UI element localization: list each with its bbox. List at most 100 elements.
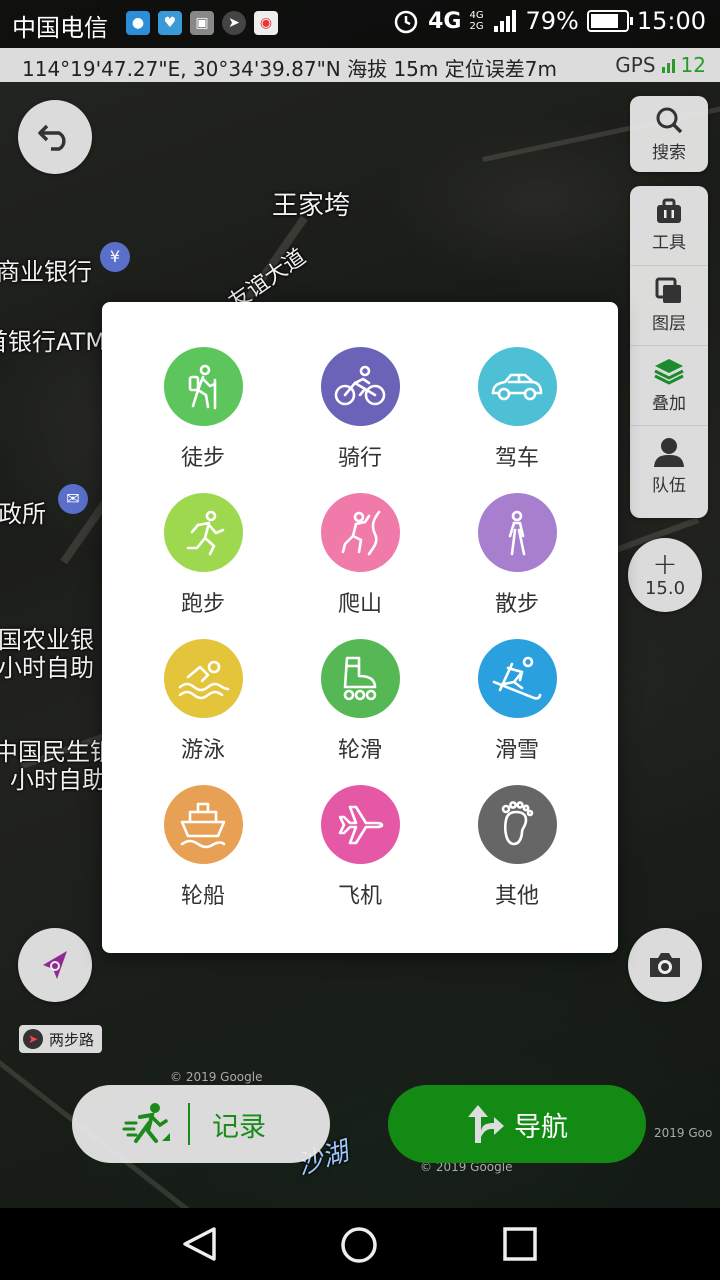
battery-percent: 79% <box>525 7 579 35</box>
mode-skating[interactable]: 轮滑 <box>290 639 430 769</box>
zoom-button[interactable]: + 15.0 <box>628 538 702 612</box>
compass-icon: ➤ <box>222 11 246 35</box>
activity-type-dialog: 徒步 骑行 驾车 跑步 爬山 散步 游泳 轮滑 滑雪 轮船 飞机 其他 <box>102 302 618 953</box>
mode-skiing[interactable]: 滑雪 <box>447 639 587 769</box>
camera-button[interactable] <box>628 928 702 1002</box>
swimming-icon <box>163 639 243 718</box>
signal-icon <box>494 10 517 32</box>
mode-label: 滑雪 <box>494 738 539 763</box>
navigation-arrow-icon: ➤ <box>23 1029 43 1049</box>
layers-button[interactable]: 图层 <box>630 266 708 346</box>
mode-cycling[interactable]: 骑行 <box>290 347 430 477</box>
recents-nav-icon[interactable] <box>502 1226 538 1262</box>
car-icon <box>477 347 557 426</box>
battery-fill <box>590 14 618 28</box>
mode-ship[interactable]: 轮船 <box>133 785 273 915</box>
back-button[interactable] <box>18 100 92 174</box>
map-label-cmbc2: 小时自助 <box>10 766 106 794</box>
record-label: 记录 <box>212 1111 266 1143</box>
alarm-icon <box>394 10 418 34</box>
record-button[interactable]: 记录 <box>72 1085 330 1163</box>
notification-icons: ● ♥ ▣ ➤ ◉ <box>126 11 278 35</box>
mode-label: 游泳 <box>180 738 225 763</box>
back-arrow-icon <box>38 124 66 151</box>
map-copyright-1: © 2019 Google <box>170 1070 263 1084</box>
airplane-icon <box>320 785 400 864</box>
coordinate-bar: 114°19'47.27"E, 30°34'39.87"N 海拔 15m 定位误… <box>0 48 720 82</box>
navigate-label: 导航 <box>514 1111 568 1143</box>
map-label-wangjiawan: 王家垮 <box>272 191 351 221</box>
clock: 15:00 <box>636 7 706 35</box>
team-label: 队伍 <box>652 475 686 496</box>
hiking-icon <box>163 347 243 426</box>
overlay-stack-icon <box>654 359 684 385</box>
map-pin-icon: ● <box>126 11 150 35</box>
mode-hiking[interactable]: 徒步 <box>133 347 273 477</box>
climbing-icon <box>320 493 400 572</box>
back-nav-icon[interactable] <box>180 1226 220 1262</box>
status-bar: 中国电信 ● ♥ ▣ ➤ ◉ 4G 4G 2G 79% 15:00 <box>0 0 720 48</box>
mode-airplane[interactable]: 飞机 <box>290 785 430 915</box>
record-mode-runner-icon <box>122 1103 170 1143</box>
mode-label: 飞机 <box>337 884 382 909</box>
mode-label: 散步 <box>494 592 539 617</box>
gallery-icon: ▣ <box>190 11 214 35</box>
map-label-bank2: 首银行ATM <box>0 328 106 356</box>
map-label-abc2: 小时自助 <box>0 654 94 682</box>
search-icon <box>656 107 683 133</box>
network-type-small: 4G 2G <box>469 10 484 32</box>
team-button[interactable]: 队伍 <box>630 426 708 506</box>
layers-label: 图层 <box>652 314 686 334</box>
mode-walking[interactable]: 散步 <box>447 493 587 623</box>
compass-needle-icon <box>43 951 67 979</box>
navigate-button[interactable]: 导航 <box>388 1085 646 1163</box>
mode-label: 其他 <box>494 884 539 909</box>
map-copyright-3: 2019 Goo <box>654 1126 713 1140</box>
coordinate-text: 114°19'47.27"E, 30°34'39.87"N 海拔 15m 定位误… <box>22 57 557 81</box>
camera-icon <box>650 953 680 977</box>
mode-label: 轮船 <box>180 884 225 909</box>
mode-label: 徒步 <box>180 446 225 471</box>
bank-poi-icon[interactable]: ¥ <box>100 242 130 272</box>
home-nav-icon[interactable] <box>340 1226 378 1264</box>
mode-label: 驾车 <box>494 446 539 471</box>
overlay-label: 叠加 <box>652 394 686 414</box>
mode-climbing[interactable]: 爬山 <box>290 493 430 623</box>
overlay-button[interactable]: 叠加 <box>630 346 708 426</box>
tools-label: 工具 <box>652 233 686 253</box>
search-label: 搜索 <box>652 142 686 163</box>
mode-driving[interactable]: 驾车 <box>447 347 587 477</box>
running-icon <box>163 493 243 572</box>
mode-label: 轮滑 <box>337 738 382 763</box>
gps-status: GPS 12 <box>615 53 706 77</box>
satellite-count: 12 <box>680 53 706 77</box>
search-panel: 搜索 <box>630 96 708 172</box>
team-person-icon <box>654 437 684 467</box>
mode-label: 爬山 <box>337 592 382 617</box>
carrier-label: 中国电信 <box>12 14 108 42</box>
mode-running[interactable]: 跑步 <box>133 493 273 623</box>
zoom-level: 15.0 <box>644 577 686 599</box>
gps-signal-icon <box>661 57 675 73</box>
location-app-icon: ◉ <box>254 11 278 35</box>
location-chip-label: 两步路 <box>49 1030 95 1049</box>
post-poi-icon[interactable]: ✉ <box>58 484 88 514</box>
tools-panel: 工具 图层 叠加 队伍 <box>630 186 708 518</box>
mode-label: 骑行 <box>337 446 382 471</box>
footprint-icon <box>477 785 557 864</box>
compass-button[interactable] <box>18 928 92 1002</box>
skiing-icon <box>477 639 557 718</box>
location-chip[interactable]: ➤ 两步路 <box>19 1025 103 1053</box>
gps-label: GPS <box>615 53 656 77</box>
ship-icon <box>163 785 243 864</box>
zoom-plus-icon: + <box>652 546 678 582</box>
search-button[interactable]: 搜索 <box>630 96 708 172</box>
mode-other[interactable]: 其他 <box>447 785 587 915</box>
tools-button[interactable]: 工具 <box>630 186 708 266</box>
map-label-gov: 政所 <box>0 500 46 528</box>
layers-icon <box>655 277 681 303</box>
mode-swimming[interactable]: 游泳 <box>133 639 273 769</box>
network-type: 4G <box>428 8 462 34</box>
health-icon: ♥ <box>158 11 182 35</box>
navigate-turn-icon <box>468 1105 504 1143</box>
